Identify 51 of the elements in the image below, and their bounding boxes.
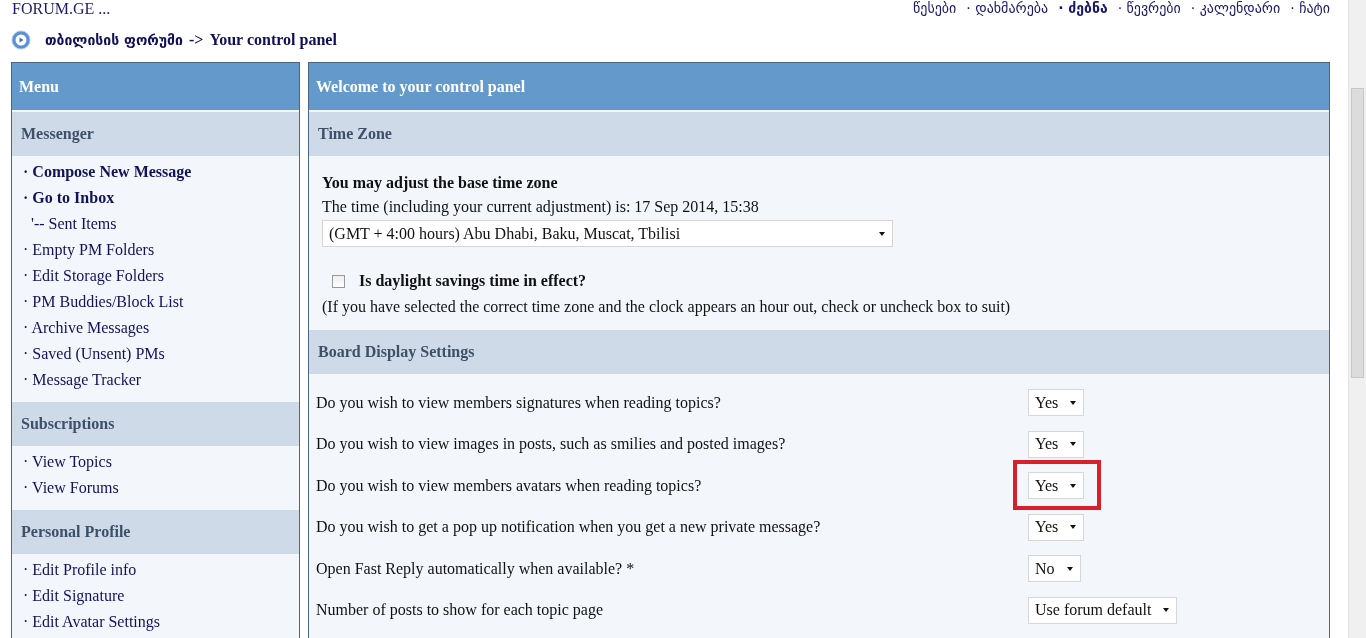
setting-question: Do you wish to view members avatars when reading topics? xyxy=(316,476,703,495)
checkbox[interactable] xyxy=(332,274,345,288)
nav-link[interactable]: · წევრები xyxy=(1117,0,1181,16)
nav-link[interactable]: წესები xyxy=(913,0,957,16)
setting-question: Do you wish to view images in posts, such as smilies and posted images? xyxy=(316,435,787,454)
setting-select[interactable]: Yes xyxy=(1028,513,1085,541)
setting-question: Open Fast Reply automatically when available? * xyxy=(316,559,636,578)
sidebar-link[interactable]: · View Topics xyxy=(23,449,112,475)
sidebar-link[interactable]: · View Forums xyxy=(23,475,119,501)
setting-select[interactable]: Yes xyxy=(1028,389,1085,417)
sidebar-link[interactable]: · Edit Storage Folders xyxy=(23,263,164,289)
sidebar-link[interactable]: · Empty PM Folders xyxy=(23,237,155,263)
sidebar-link[interactable]: · Edit Profile info xyxy=(23,557,137,583)
nav-link[interactable]: · ჩატი xyxy=(1290,0,1330,16)
sidebar-link[interactable]: · Edit Avatar Settings xyxy=(23,609,160,635)
breadcrumb-separator: -> xyxy=(188,31,204,49)
setting-question: Number of posts to show for each topic page xyxy=(316,601,605,620)
nav-link[interactable]: · კალენდარი xyxy=(1190,0,1281,16)
section-heading: Board Display Settings xyxy=(309,330,1329,374)
section-heading: Personal Profile xyxy=(12,510,299,554)
setting-question: Do you wish to get a pop up notification when you get a new private message? xyxy=(316,518,822,537)
setting-select[interactable]: Yes xyxy=(1028,472,1085,500)
breadcrumb-link[interactable]: თბილისის ფორუმი xyxy=(45,32,183,48)
sidebar-link[interactable]: · Message Tracker xyxy=(23,367,142,393)
current-time-text: The time (including your current adjustment) is: 17 Sep 2014, 15:38 xyxy=(322,197,760,218)
sidebar-link[interactable]: · PM Buddies/Block List xyxy=(23,289,184,315)
breadcrumb-current: Your control panel xyxy=(209,31,337,49)
play-icon xyxy=(11,30,31,50)
scrollbar-thumb[interactable] xyxy=(1351,88,1364,378)
section-heading: Time Zone xyxy=(309,112,1329,156)
sidebar-link[interactable]: · Go to Inbox xyxy=(23,185,115,211)
time-zone-select[interactable]: (GMT + 4:00 hours) Abu Dhabi, Baku, Muscat, Tbilisi xyxy=(322,220,893,247)
sidebar-link[interactable]: · Edit Signature xyxy=(23,583,125,609)
site-title[interactable]: FORUM.GE ... xyxy=(12,0,111,18)
nav-link[interactable]: · დახმარება xyxy=(966,0,1049,16)
section-heading: Subscriptions xyxy=(12,402,299,446)
help-text: (If you have selected the correct time zone and the clock appears an hour out, check or uncheck box to suit) xyxy=(322,297,1012,318)
sidebar-link[interactable]: · Saved (Unsent) PMs xyxy=(23,341,165,367)
section-heading: Messenger xyxy=(12,112,299,156)
setting-select[interactable]: Yes xyxy=(1028,430,1085,458)
sidebar-title: Menu xyxy=(12,63,299,112)
setting-select[interactable]: No xyxy=(1028,555,1081,583)
time-zone-heading: You may adjust the base time zone xyxy=(322,173,559,194)
checkbox-label: Is daylight savings time in effect? xyxy=(359,272,587,290)
sidebar-link[interactable]: '-- Sent Items xyxy=(23,211,117,237)
sidebar-link[interactable]: · Compose New Message xyxy=(23,159,192,185)
panel-title: Welcome to your control panel xyxy=(309,63,1329,112)
setting-select[interactable]: Use forum default xyxy=(1028,596,1178,624)
setting-question: Do you wish to view members signatures when reading topics? xyxy=(316,393,722,412)
nav-link[interactable]: · ძებნა xyxy=(1058,0,1108,16)
sidebar-link[interactable]: · Archive Messages xyxy=(23,315,150,341)
